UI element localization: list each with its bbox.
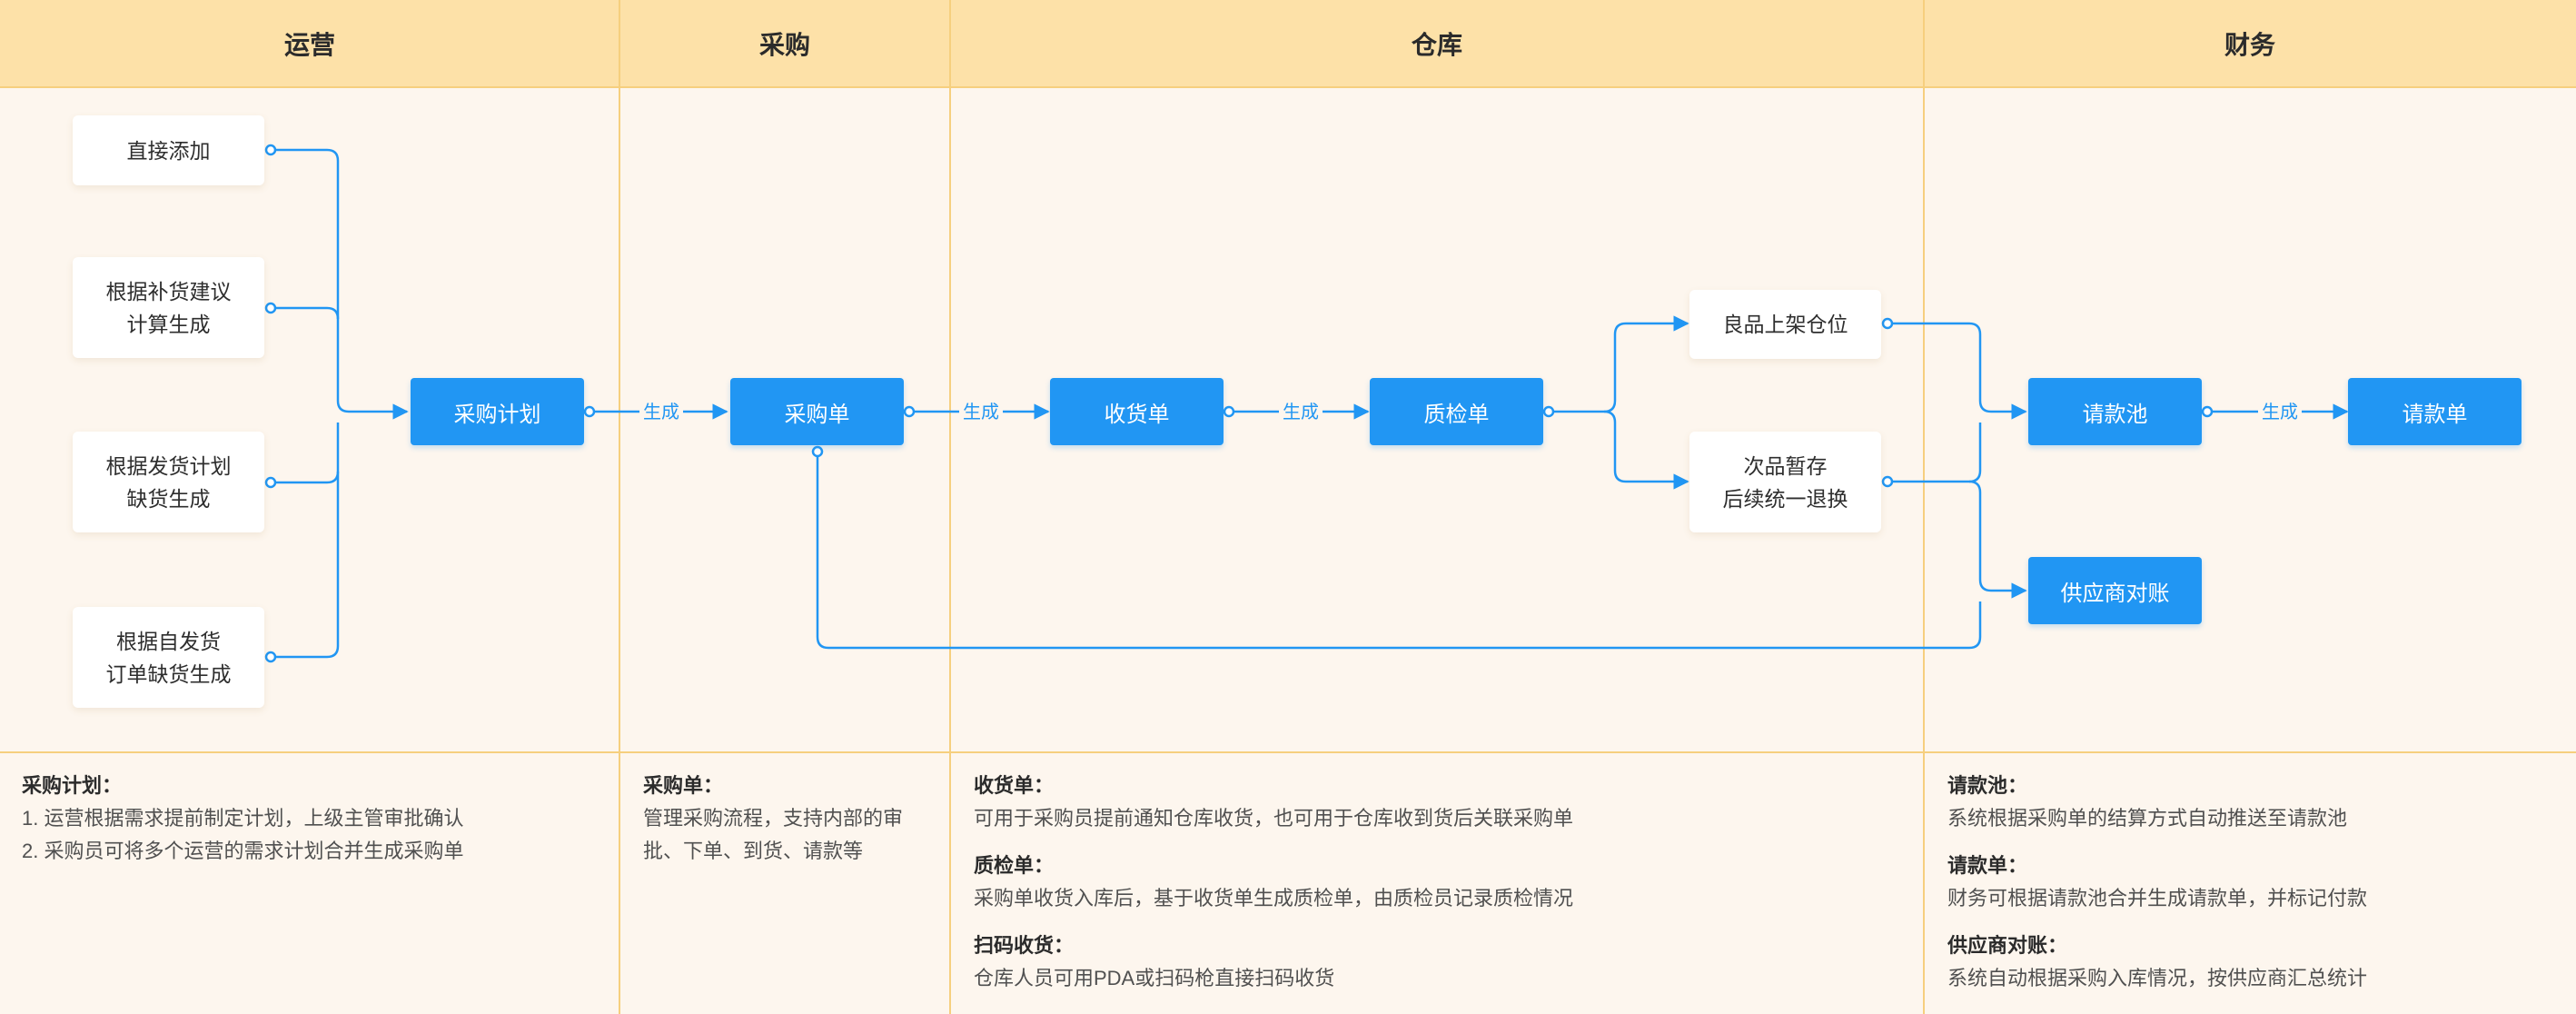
edge-qc-to-good [1549, 315, 1689, 413]
edge-self-ship [271, 422, 340, 659]
note-title-scan-receipt: 扫码收货： [974, 934, 1075, 957]
node-purchase-plan: 采购计划 [411, 378, 584, 445]
port-direct-add [264, 144, 277, 156]
notes-finance: 请款池： 系统根据采购单的结算方式自动推送至请款池 请款单： 财务可根据请款池合… [1947, 770, 2565, 995]
note-title-payment-pool: 请款池： [1947, 774, 2028, 797]
note-title-purchase-plan: 采购计划： [22, 774, 123, 797]
edge-label-generate-3: 生成 [1283, 402, 1319, 422]
edge-label-generate-1: 生成 [643, 402, 679, 422]
note-title-payment-request: 请款单： [1947, 854, 2028, 877]
port-good-shelf [1881, 317, 1894, 330]
note-text-scan-receipt: 仓库人员可用PDA或扫码枪直接扫码收货 [974, 967, 1335, 989]
edge-label-generate-2: 生成 [963, 402, 999, 422]
edge-label-generate-4: 生成 [2262, 402, 2298, 422]
port-purchase-order [903, 405, 916, 418]
edge-good-to-pool [1887, 322, 2027, 420]
port-purchase-plan [583, 405, 596, 418]
note-text-purchase-plan-1: 1. 运营根据需求提前制定计划，上级主管审批确认 [22, 807, 464, 830]
note-title-supplier-recon: 供应商对账： [1947, 934, 2068, 957]
edge-ship-plan [271, 471, 340, 484]
note-text-purchase-order-2: 批、下单、到货、请款等 [643, 840, 864, 862]
port-self-ship [264, 651, 277, 663]
node-payment-pool: 请款池 [2028, 378, 2202, 445]
node-payment-request: 请款单 [2348, 378, 2522, 445]
card-shipping-plan-shortage: 根据发货计划 缺货生成 [73, 432, 264, 532]
note-title-receipt: 收货单： [974, 774, 1055, 797]
port-replenish [264, 302, 277, 314]
notes-purchase: 采购单： 管理采购流程，支持内部的审 批、下单、到货、请款等 [643, 770, 943, 868]
node-receipt: 收货单 [1050, 378, 1224, 445]
port-receipt [1223, 405, 1235, 418]
notes-ops: 采购计划： 1. 运营根据需求提前制定计划，上级主管审批确认 2. 采购员可将多… [22, 770, 603, 868]
card-good-shelf: 良品上架仓位 [1689, 290, 1881, 359]
card-defective-hold: 次品暂存 后续统一退换 [1689, 432, 1881, 532]
note-text-payment-pool: 系统根据采购单的结算方式自动推送至请款池 [1947, 807, 2348, 830]
note-title-quality-check: 质检单： [974, 854, 1055, 877]
edge-qc-to-defective [1603, 410, 1689, 490]
edge-defective-merge [1887, 422, 1982, 483]
node-quality-check: 质检单 [1370, 378, 1543, 445]
card-self-ship-shortage: 根据自发货 订单缺货生成 [73, 607, 264, 708]
note-text-purchase-order-1: 管理采购流程，支持内部的审 [643, 807, 904, 830]
note-text-purchase-plan-2: 2. 采购员可将多个运营的需求计划合并生成采购单 [22, 840, 464, 862]
port-payment-pool [2201, 405, 2214, 418]
port-purchase-order-bottom [811, 445, 824, 458]
note-text-quality-check: 采购单收货入库后，基于收货单生成质检单，由质检员记录质检情况 [974, 887, 1574, 910]
notes-warehouse: 收货单： 可用于采购员提前通知仓库收货，也可用于仓库收到货后关联采购单 质检单：… [974, 770, 1909, 995]
note-title-purchase-order: 采购单： [643, 774, 724, 797]
note-text-supplier-recon: 系统自动根据采购入库情况，按供应商汇总统计 [1947, 967, 2368, 989]
note-text-payment-request: 财务可根据请款池合并生成请款单，并标记付款 [1947, 887, 2368, 910]
note-text-receipt: 可用于采购员提前通知仓库收货，也可用于仓库收到货后关联采购单 [974, 807, 1574, 830]
port-qc [1542, 405, 1555, 418]
edge-to-supplier-recon [1968, 480, 2027, 599]
edge-replenish [271, 306, 340, 320]
edge-direct-add [271, 148, 409, 420]
port-defective [1881, 475, 1894, 488]
node-purchase-order: 采购单 [730, 378, 904, 445]
node-supplier-reconciliation: 供应商对账 [2028, 557, 2202, 624]
port-ship-plan [264, 476, 277, 489]
card-replenish-suggestion: 根据补货建议 计算生成 [73, 257, 264, 358]
card-direct-add: 直接添加 [73, 115, 264, 185]
